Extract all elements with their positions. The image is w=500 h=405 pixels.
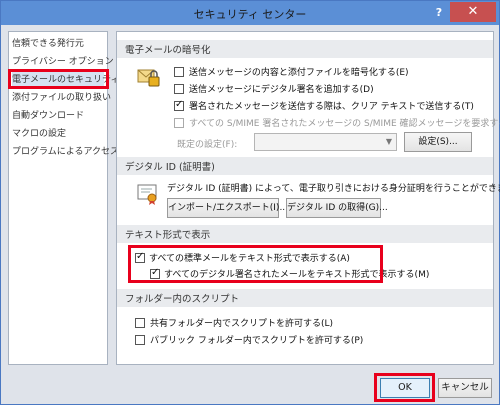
clear-text-signed-label: 署名されたメッセージを送信する際は、クリア テキストで送信する(T) — [189, 102, 474, 112]
shared-folder-script-checkbox[interactable] — [135, 318, 145, 328]
highlight-box-ok — [374, 373, 435, 402]
section-title-digital-id: デジタル ID (証明書) — [125, 162, 215, 173]
encrypt-contents-checkbox[interactable] — [174, 67, 184, 77]
default-setting-label: 既定の設定(F): — [177, 140, 238, 150]
close-button[interactable]: ✕ — [450, 2, 496, 22]
section-header-folder-script: フォルダー内のスクリプト — [117, 289, 493, 307]
sidebar-item-privacy-options[interactable]: プライバシー オプション — [12, 54, 114, 70]
sidebar-item-macro-settings[interactable]: マクロの設定 — [12, 126, 66, 142]
help-button[interactable]: ? — [431, 5, 447, 21]
smime-receipt-label: すべての S/MIME 署名されたメッセージの S/MIME 確認メッセージを要… — [189, 119, 500, 129]
window-title: セキュリティ センター — [193, 8, 307, 21]
certificate-icon — [137, 184, 157, 205]
section-title-encryption: 電子メールの暗号化 — [125, 45, 211, 56]
add-signature-checkbox[interactable] — [174, 84, 184, 94]
highlight-box-plain-text — [128, 245, 383, 283]
public-folder-script-checkbox[interactable] — [135, 335, 145, 345]
sidebar-item-programmatic-access[interactable]: プログラムによるアクセス — [12, 144, 119, 160]
default-setting-select[interactable]: ▼ — [254, 133, 397, 151]
highlight-box-sidebar — [8, 69, 109, 89]
sidebar-item-auto-download[interactable]: 自動ダウンロード — [12, 108, 84, 124]
smime-receipt-checkbox[interactable] — [174, 118, 184, 128]
section-title-plain-text: テキスト形式で表示 — [125, 230, 211, 241]
cancel-button[interactable]: キャンセル — [438, 378, 492, 398]
sidebar-item-attachment-handling[interactable]: 添付ファイルの取り扱い — [12, 90, 111, 106]
get-digital-id-button[interactable]: デジタル ID の取得(G)... — [286, 198, 388, 218]
security-center-dialog: セキュリティ センター ? ✕ 信頼できる発行元 プライバシー オプション 電子… — [0, 0, 500, 405]
section-title-folder-script: フォルダー内のスクリプト — [125, 294, 240, 305]
title-bar[interactable]: セキュリティ センター ? ✕ — [1, 1, 499, 25]
digital-id-description: デジタル ID (証明書) によって、電子取り引きにおける身分証明を行うことがで… — [167, 184, 500, 194]
section-header-encryption: 電子メールの暗号化 — [117, 40, 493, 58]
add-signature-label: 送信メッセージにデジタル署名を追加する(D) — [189, 85, 374, 95]
settings-button[interactable]: 設定(S)... — [404, 132, 472, 152]
sidebar-item-trusted-publishers[interactable]: 信頼できる発行元 — [12, 36, 84, 52]
clear-text-signed-checkbox[interactable] — [174, 99, 184, 111]
section-header-digital-id: デジタル ID (証明書) — [117, 157, 493, 175]
chevron-down-icon: ▼ — [385, 137, 393, 146]
section-header-plain-text: テキスト形式で表示 — [117, 225, 493, 243]
public-folder-script-label: パブリック フォルダー内でスクリプトを許可する(P) — [150, 336, 364, 346]
import-export-button[interactable]: インポート/エクスポート(I)... — [167, 198, 288, 218]
encrypt-contents-label: 送信メッセージの内容と添付ファイルを暗号化する(E) — [189, 68, 409, 78]
shared-folder-script-label: 共有フォルダー内でスクリプトを許可する(L) — [150, 319, 334, 329]
settings-panel: 電子メールの暗号化 送信メッセージの内容と添付ファイルを暗号化する(E) 送信メ… — [116, 31, 500, 365]
envelope-lock-icon — [137, 69, 160, 87]
